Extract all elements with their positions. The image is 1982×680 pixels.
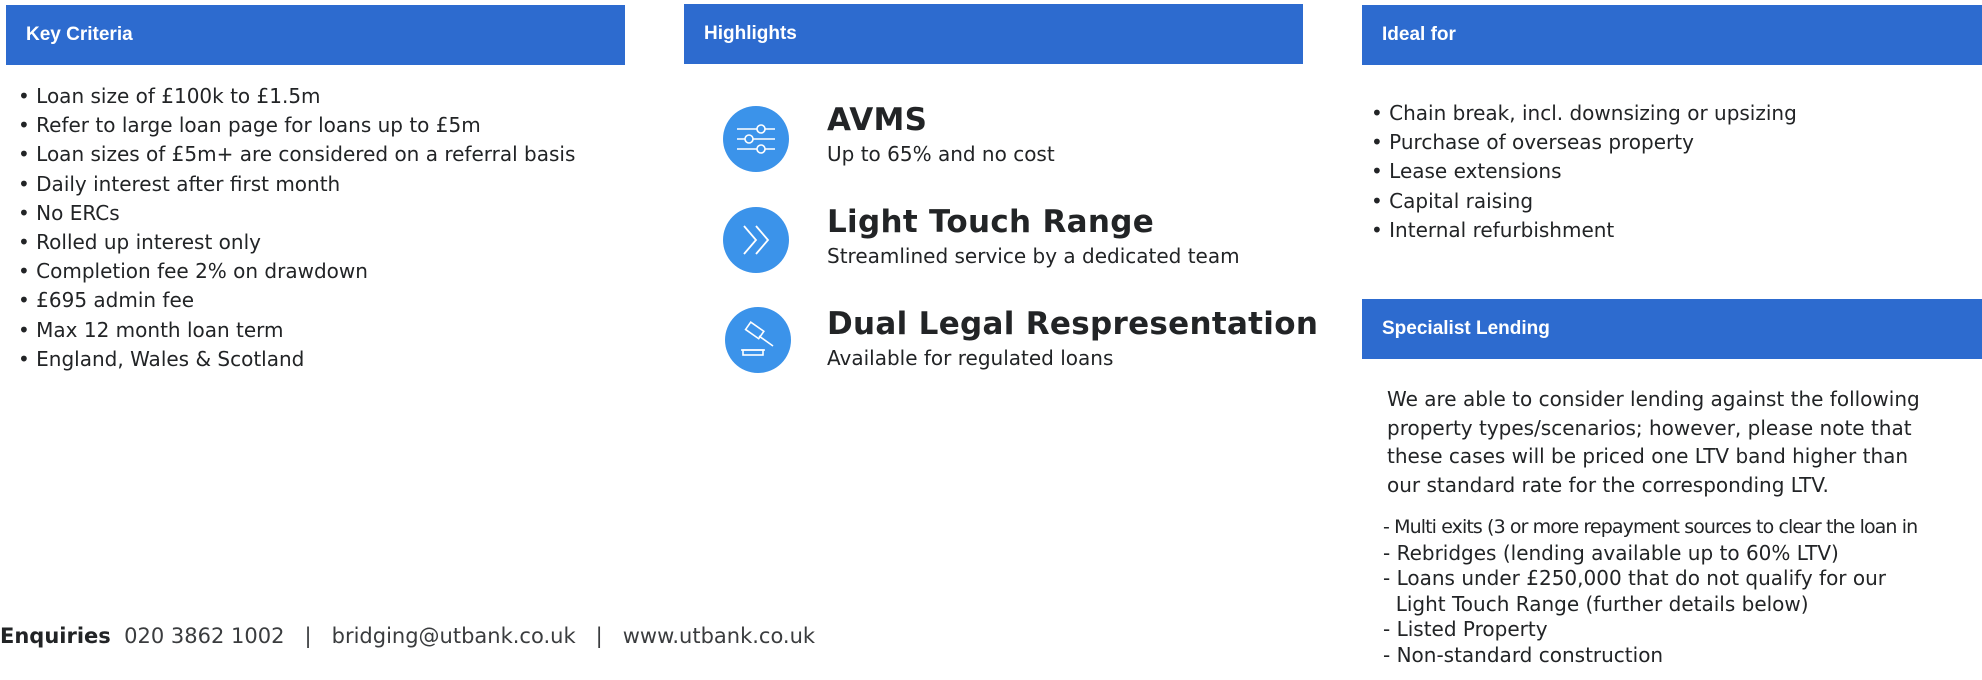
specialist-lending-paragraph: We are able to consider lending against … [1387, 385, 1920, 499]
enquiries-footer: Enquiries 020 3862 1002 | bridging@utban… [0, 624, 815, 648]
paragraph-line: our standard rate for the corresponding … [1387, 472, 1829, 497]
highlight-title: Light Touch Range [827, 204, 1155, 240]
list-item: Completion fee 2% on drawdown [18, 257, 575, 286]
list-item: Non-standard construction [1383, 643, 1917, 669]
specialist-lending-title: Specialist Lending [1382, 318, 1550, 339]
highlights-header: Highlights [684, 4, 1303, 64]
paragraph-line: We are able to consider lending against … [1387, 387, 1920, 411]
website-link[interactable]: www.utbank.co.uk [623, 624, 815, 648]
list-item: £695 admin fee [18, 286, 575, 315]
email-link[interactable]: bridging@utbank.co.uk [332, 624, 576, 648]
ideal-for-title: Ideal for [1382, 24, 1456, 45]
key-criteria-list: Loan size of £100k to £1.5m Refer to lar… [18, 82, 575, 374]
list-item: Lease extensions [1371, 157, 1797, 186]
specialist-lending-list: Multi exits (3 or more repayment sources… [1383, 515, 1918, 669]
list-item: Loans under £250,000 that do not qualify… [1383, 566, 1917, 592]
list-item: Capital raising [1371, 187, 1797, 216]
list-item: England, Wales & Scotland [18, 345, 575, 374]
highlight-subtitle: Up to 65% and no cost [827, 142, 1055, 166]
paragraph-line: these cases will be priced one LTV band … [1387, 444, 1909, 468]
double-chevron-icon [723, 207, 789, 273]
highlight-title: Dual Legal Respresentation [827, 306, 1319, 342]
list-item: Refer to large loan page for loans up to… [18, 111, 575, 140]
list-item: Max 12 month loan term [18, 316, 575, 345]
list-item: Rebridges (lending available up to 60% L… [1383, 541, 1917, 567]
gavel-icon [725, 307, 791, 373]
highlights-title: Highlights [704, 23, 797, 44]
list-item: Listed Property [1383, 617, 1917, 643]
highlight-subtitle: Available for regulated loans [827, 346, 1114, 370]
list-item: Light Touch Range (further details below… [1395, 591, 1809, 616]
ideal-for-header: Ideal for [1362, 5, 1982, 65]
specialist-lending-header: Specialist Lending [1362, 299, 1982, 359]
list-item: Loan sizes of £5m+ are considered on a r… [18, 140, 575, 169]
list-item: Purchase of overseas property [1371, 128, 1797, 157]
phone-number: 020 3862 1002 [124, 624, 285, 648]
list-item: Loan size of £100k to £1.5m [18, 82, 575, 111]
list-item: Rolled up interest only [18, 228, 575, 257]
separator: | [304, 624, 312, 648]
highlight-subtitle: Streamlined service by a dedicated team [827, 244, 1240, 268]
list-item: Internal refurbishment [1371, 216, 1797, 245]
ideal-for-list: Chain break, incl. downsizing or upsizin… [1371, 99, 1797, 245]
highlight-title: AVMS [827, 102, 928, 138]
enquiries-label: Enquiries [0, 624, 111, 648]
list-item: Chain break, incl. downsizing or upsizin… [1371, 99, 1797, 128]
list-item: Multi exits (3 or more repayment sources… [1383, 515, 1918, 541]
key-criteria-header: Key Criteria [6, 5, 625, 65]
sliders-icon [723, 106, 789, 172]
list-item: Daily interest after first month [18, 170, 575, 199]
key-criteria-title: Key Criteria [26, 24, 133, 45]
list-item: No ERCs [18, 199, 575, 228]
paragraph-line: property types/scenarios; however, pleas… [1387, 415, 1912, 440]
separator: | [595, 624, 603, 648]
